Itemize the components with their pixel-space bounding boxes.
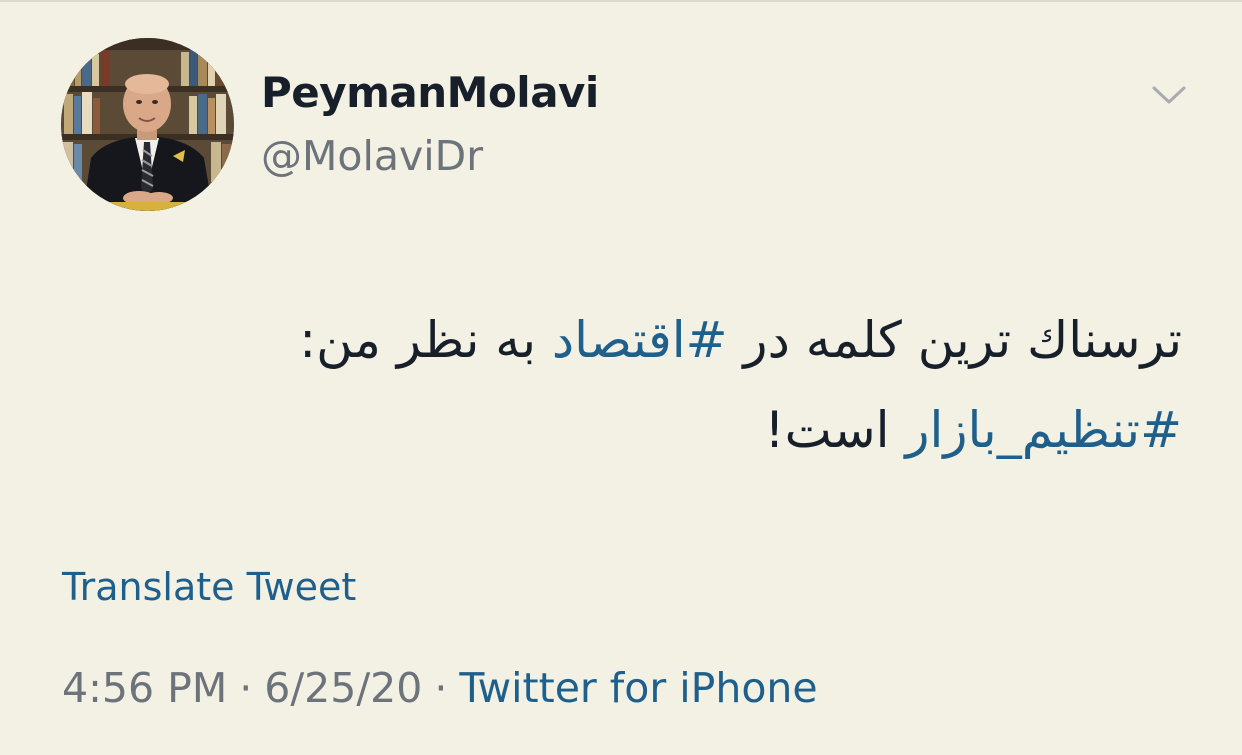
tweet-source-link[interactable]: Twitter for iPhone	[459, 664, 817, 712]
tweet-text-segment: ترسناك ترين كلمه در	[727, 311, 1182, 369]
tweet-meta: 4:56 PM · 6/25/20 · Twitter for iPhone	[62, 664, 818, 712]
hashtag-link[interactable]: #تنظيم_بازار	[905, 401, 1182, 459]
divider	[0, 0, 1242, 2]
tweet-time: 4:56 PM	[62, 664, 228, 712]
tweet-text-segment: است!	[764, 401, 906, 459]
avatar-photo	[61, 38, 234, 211]
display-name[interactable]: PeymanMolavi	[261, 68, 599, 117]
separator-dot: ·	[239, 664, 253, 712]
user-handle[interactable]: @MolaviDr	[261, 132, 483, 180]
translate-tweet-link[interactable]: Translate Tweet	[62, 565, 356, 609]
separator-dot: ·	[434, 664, 448, 712]
hashtag-link[interactable]: #اقتصاد	[552, 311, 728, 369]
avatar[interactable]	[61, 38, 234, 211]
chevron-down-icon[interactable]	[1146, 80, 1192, 110]
tweet-text-segment: به نظر من:	[299, 311, 552, 369]
tweet-card: PeymanMolavi @MolaviDr ترسناك ترين كلمه …	[0, 0, 1242, 755]
tweet-date: 6/25/20	[264, 664, 423, 712]
tweet-text: ترسناك ترين كلمه در #اقتصاد به نظر من: #…	[62, 295, 1182, 475]
